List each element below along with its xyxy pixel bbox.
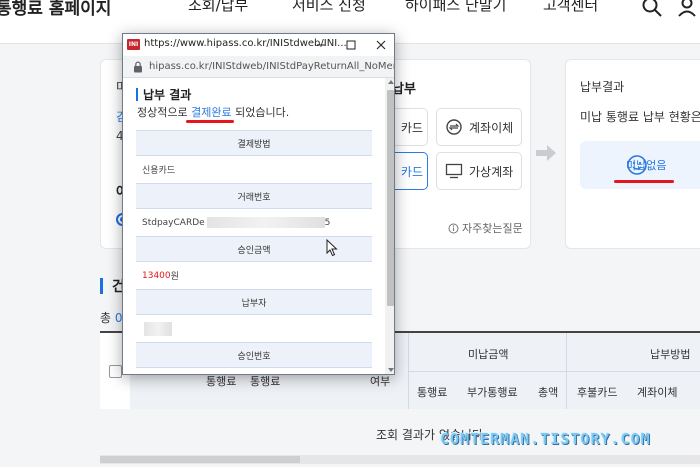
header-postpaid-card: 후불카드 [577, 386, 618, 399]
row-label-approval-number: 승인번호 [136, 342, 372, 368]
scroll-up-arrow-icon[interactable] [388, 80, 394, 84]
result-message-suffix: 되었습니다. [231, 106, 290, 119]
section-bar [100, 278, 103, 294]
header-account-transfer: 계좌이체 [637, 386, 678, 399]
table-horizontal-scrollbar[interactable] [100, 455, 700, 464]
nav-hipass-device[interactable]: 하이패스 단말기 [405, 0, 506, 15]
minimize-icon [317, 44, 325, 46]
nav-service-apply[interactable]: 서비스 신청 [292, 0, 366, 15]
result-message-highlight: 결제완료 [191, 106, 232, 119]
user-icon[interactable] [676, 0, 698, 18]
nav-customer-center[interactable]: 고객센터 [543, 0, 598, 15]
scroll-down-arrow-icon[interactable] [388, 368, 394, 372]
info-icon [448, 223, 459, 233]
blurred-region [206, 217, 325, 228]
payment-method-title: 납부 [392, 82, 416, 97]
header-toll: 통행료 [417, 386, 448, 399]
result-heading-bar [136, 88, 138, 101]
pay-option-label: 카드 [400, 164, 423, 179]
header-total: 총액 [538, 386, 559, 399]
header-payment-method: 납부방법 [650, 348, 691, 361]
smile-icon [627, 155, 647, 175]
arrow-right-icon [536, 145, 556, 161]
close-icon [376, 40, 386, 50]
amount-unit: 원 [170, 272, 179, 282]
select-all-checkbox[interactable] [109, 365, 122, 378]
inicis-favicon-icon: INI [127, 39, 140, 50]
pay-option-label: 카드 [400, 120, 423, 135]
header-col-c: 여부 [370, 375, 391, 388]
faq-link[interactable]: 자주찾는질문 [448, 220, 523, 236]
row-value-payer [136, 315, 372, 342]
header-col-b: 통행료 [250, 375, 281, 388]
payment-result-title: 납부결과 [580, 80, 625, 94]
total-count: 총 0 [100, 309, 123, 326]
pay-option-transfer[interactable]: 계좌이체 [436, 108, 522, 146]
result-message-prefix: 정상적으로 [137, 106, 192, 119]
approved-amount: 13400 [142, 270, 171, 281]
pay-option-label: 가상계좌 [469, 164, 514, 179]
faq-label: 자주찾는질문 [462, 222, 523, 235]
maximize-icon [346, 40, 356, 50]
popup-vertical-scrollbar[interactable] [385, 78, 394, 374]
payment-result-status: 미납 통행료 납부 현황은 [580, 110, 700, 124]
close-button[interactable] [366, 34, 394, 56]
row-value-payment-method: 신용카드 [142, 166, 176, 176]
nav-inquiry-payment[interactable]: 조회/납부 [188, 0, 248, 15]
transaction-id-prefix: StdpayCARDe [142, 217, 205, 228]
pay-option-label: 계좌이체 [469, 120, 514, 135]
blurred-region [144, 321, 172, 336]
lock-icon [134, 61, 142, 73]
transfer-icon [446, 119, 462, 135]
result-heading: 납부 결과 [143, 88, 192, 102]
scrollbar-thumb[interactable] [100, 456, 300, 463]
result-message: 정상적으로 결제완료 되었습니다. [137, 104, 289, 120]
annotation-underline [614, 180, 674, 183]
transaction-id-suffix: 5 [324, 217, 331, 228]
maximize-button[interactable] [336, 34, 366, 56]
site-logo[interactable]: 통행료 홈페이지 [0, 0, 111, 19]
row-value-transaction-id: StdpayCARDe 5 [136, 209, 372, 236]
annotation-underline [186, 120, 234, 123]
total-prefix: 총 [100, 311, 112, 325]
table-divider [408, 371, 700, 372]
popup-titlebar[interactable]: INI https://www.hipass.co.kr/INIStdweb/I… [123, 34, 394, 56]
minimize-button[interactable] [306, 34, 336, 56]
popup-address-bar[interactable]: hipass.co.kr/INIStdweb/INIStdPayReturnAl… [123, 56, 395, 78]
monitor-icon [445, 163, 463, 179]
row-value-approved-amount: 13400 원 [136, 262, 372, 289]
row-label-payment-method: 결제방법 [136, 130, 372, 156]
scrollbar-thumb[interactable] [387, 90, 394, 306]
header-additional-toll: 부가통행료 [467, 386, 518, 399]
row-label-payer: 납부자 [136, 289, 372, 315]
row-label-transaction-id: 거래번호 [136, 183, 372, 209]
watermark: COMTERMAN.TISTORY.COM [440, 430, 651, 448]
header-col-a: 통행료 [206, 375, 237, 388]
header-unpaid-amount: 미납금액 [468, 348, 509, 361]
pay-option-virtual-account[interactable]: 가상계좌 [436, 152, 522, 190]
mouse-cursor-icon [326, 239, 338, 257]
search-icon[interactable] [641, 0, 663, 18]
popup-url: hipass.co.kr/INIStdweb/INIStdPayReturnAl… [149, 61, 395, 72]
